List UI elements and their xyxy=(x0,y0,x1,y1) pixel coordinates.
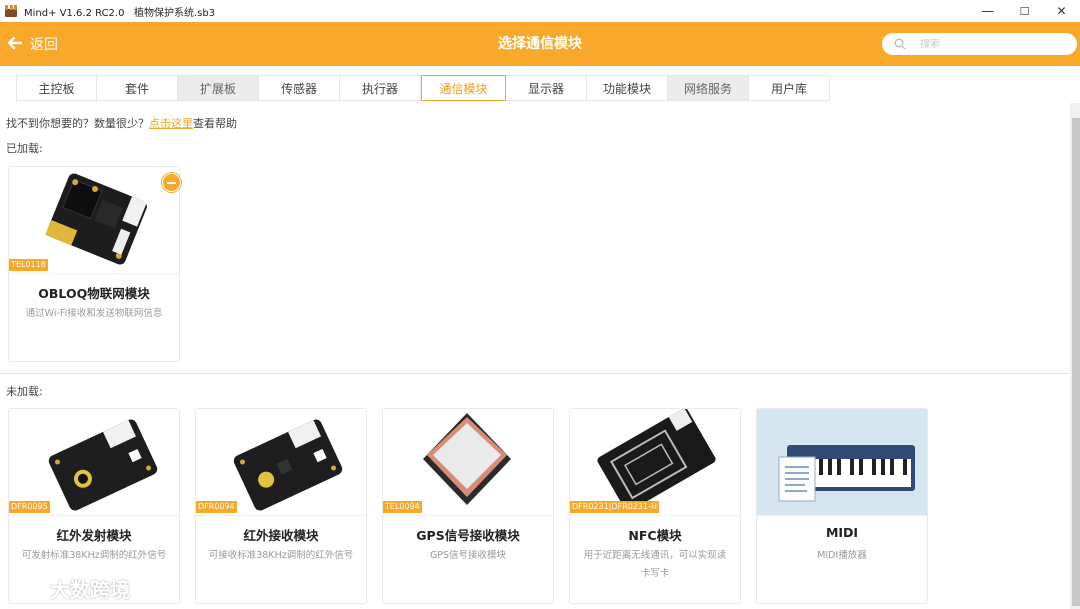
ir-receiver-image xyxy=(196,409,366,515)
module-description: MIDI播放器 xyxy=(817,550,867,561)
unloaded-section-label: 未加载: xyxy=(6,385,43,398)
back-label: 返回 xyxy=(30,37,58,53)
search-box[interactable] xyxy=(882,33,1077,55)
tab-kit[interactable]: 套件 xyxy=(97,75,178,101)
midi-keyboard-image xyxy=(757,409,927,515)
section-divider xyxy=(0,373,1070,374)
module-name: 红外接收模块 xyxy=(243,528,319,543)
tab-sensor[interactable]: 传感器 xyxy=(259,75,340,101)
tab-expansion-board[interactable]: 扩展板 xyxy=(178,75,259,101)
watermark-text: 大数跨境 xyxy=(50,578,130,602)
header-bar: 返回 选择通信模块 xyxy=(0,22,1080,66)
help-link[interactable]: 点击这里 xyxy=(149,117,193,130)
module-name: NFC模块 xyxy=(628,528,682,543)
module-description: 用于近距离无线通讯，可以实现读卡写卡 xyxy=(583,550,727,579)
back-button[interactable]: 返回 xyxy=(7,22,58,66)
maximize-button[interactable]: ☐ xyxy=(1006,0,1043,22)
back-arrow-icon xyxy=(7,35,23,53)
tab-user-library[interactable]: 用户库 xyxy=(749,75,830,101)
search-input[interactable] xyxy=(920,38,1060,50)
module-name: OBLOQ物联网模块 xyxy=(38,286,150,301)
help-text: 找不到你想要的？数量很少？点击这里查看帮助 xyxy=(6,115,237,131)
help-prefix: 找不到你想要的？数量很少？ xyxy=(6,117,149,130)
minimize-button[interactable]: — xyxy=(969,0,1006,22)
module-card-midi[interactable]: MIDI MIDI播放器 xyxy=(756,408,928,604)
product-code: DFR0095 xyxy=(9,501,50,513)
product-code: TEL0094 xyxy=(383,501,422,513)
close-button[interactable]: ✕ xyxy=(1043,0,1080,22)
tab-communication[interactable]: 通信模块 xyxy=(421,75,506,101)
help-suffix: 查看帮助 xyxy=(193,117,237,130)
module-card-gps[interactable]: TEL0094 GPS信号接收模块 GPS信号接收模块 xyxy=(382,408,554,604)
module-description: GPS信号接收模块 xyxy=(429,550,507,561)
tab-actuator[interactable]: 执行器 xyxy=(340,75,421,101)
tab-mainboard[interactable]: 主控板 xyxy=(16,75,97,101)
window-title: Mind+ V1.6.2 RC2.0 植物保护系统.sb3 xyxy=(24,7,216,19)
scrollbar-thumb[interactable] xyxy=(1072,118,1080,606)
watermark: 大数跨境 xyxy=(10,574,130,603)
category-tabs: 主控板 套件 扩展板 传感器 执行器 通信模块 显示器 功能模块 网络服务 用户… xyxy=(16,75,830,101)
remove-module-button[interactable] xyxy=(162,173,181,192)
gps-antenna-image xyxy=(383,409,553,515)
product-code: DFR0094 xyxy=(196,501,237,513)
tab-network-service[interactable]: 网络服务 xyxy=(668,75,749,101)
module-card-obloq[interactable]: TEL0118 OBLOQ物联网模块 通过Wi-Fi接收和发送物联网信息 xyxy=(8,166,181,362)
module-card-nfc[interactable]: DFR0231|DFR0231-H NFC模块 用于近距离无线通讯，可以实现读卡… xyxy=(569,408,741,604)
loaded-section-label: 已加载: xyxy=(6,142,43,155)
module-description: 可发射标准38KHz调制的红外信号 xyxy=(21,550,167,561)
module-name: GPS信号接收模块 xyxy=(416,528,520,543)
title-bar: Mind+ V1.6.2 RC2.0 植物保护系统.sb3 — ☐ ✕ xyxy=(0,0,1080,22)
product-code: TEL0118 xyxy=(9,259,48,271)
ir-emitter-image xyxy=(9,409,179,515)
product-code: DFR0231|DFR0231-H xyxy=(570,501,659,513)
module-name: 红外发射模块 xyxy=(56,528,132,543)
tab-display[interactable]: 显示器 xyxy=(506,75,587,101)
module-card-ir-receiver[interactable]: DFR0094 红外接收模块 可接收标准38KHz调制的红外信号 xyxy=(195,408,367,604)
watermark-logo-icon xyxy=(10,579,42,598)
search-icon xyxy=(894,38,906,50)
module-description: 可接收标准38KHz调制的红外信号 xyxy=(208,550,354,561)
obloq-module-image xyxy=(9,167,179,273)
nfc-module-image xyxy=(570,409,740,515)
mindplus-logo-icon xyxy=(4,4,18,18)
tab-function-module[interactable]: 功能模块 xyxy=(587,75,668,101)
module-name: MIDI xyxy=(825,525,859,540)
module-description: 通过Wi-Fi接收和发送物联网信息 xyxy=(25,308,163,319)
